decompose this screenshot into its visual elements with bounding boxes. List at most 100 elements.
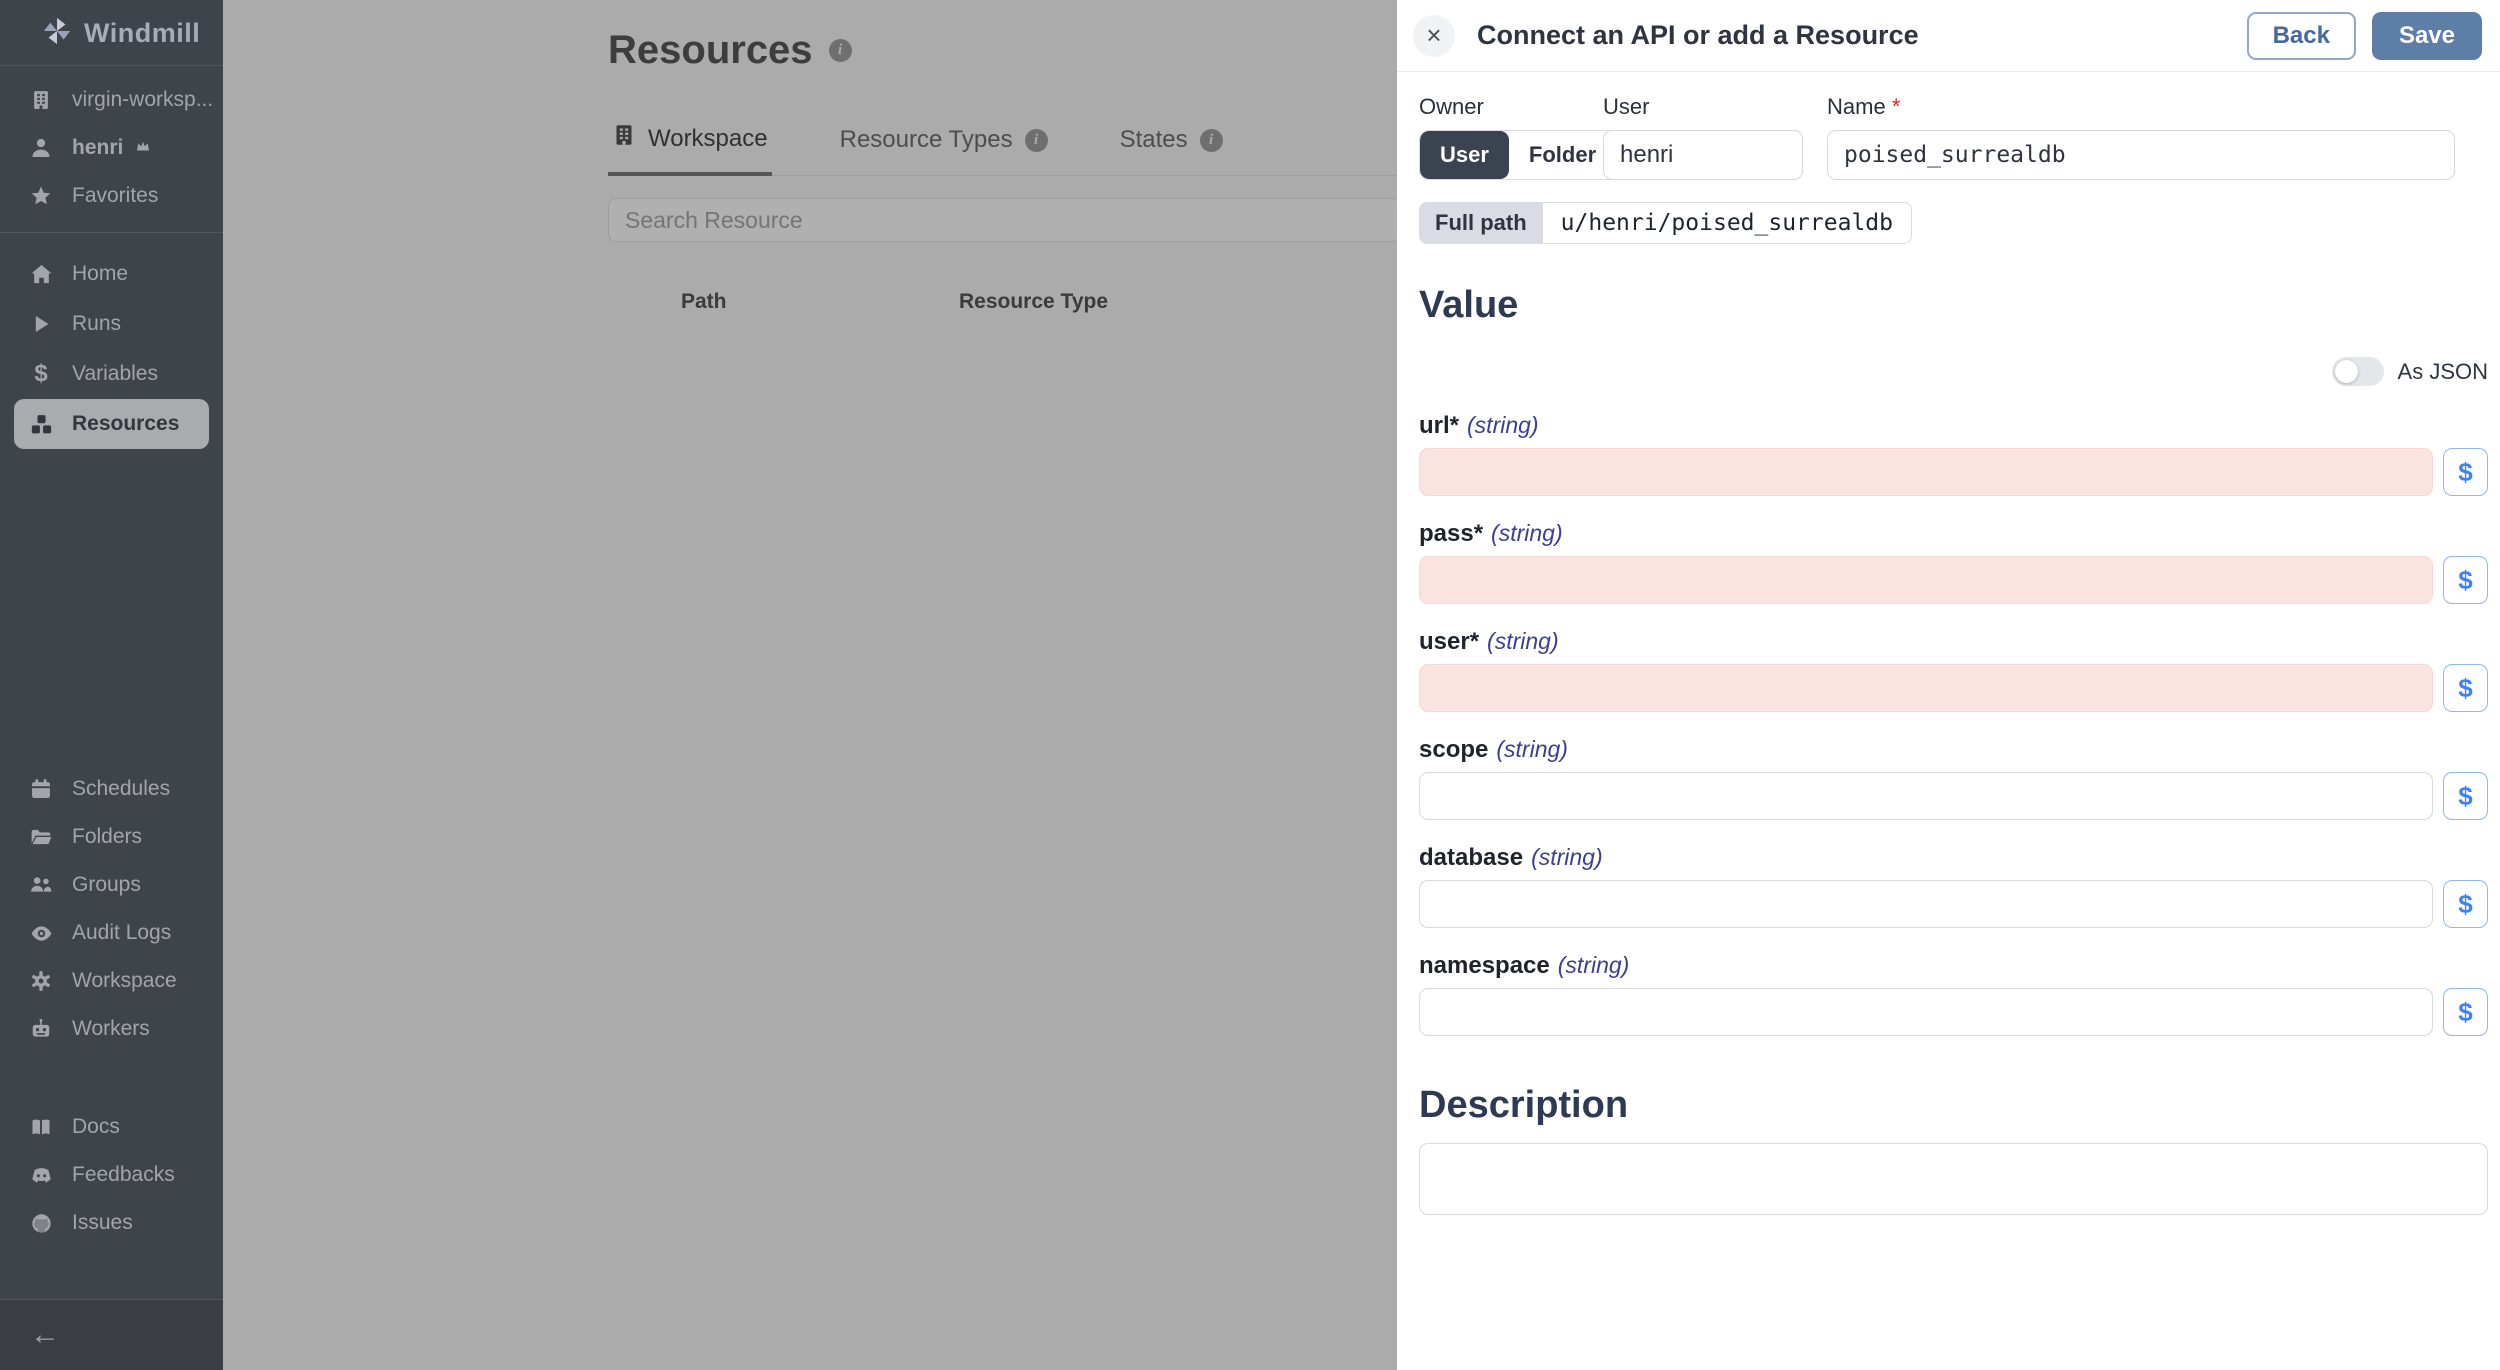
nav-label: Folders: [72, 825, 143, 848]
play-icon: [28, 313, 54, 335]
owner-user-input[interactable]: [1603, 130, 1803, 180]
search-input[interactable]: [608, 198, 1400, 242]
as-json-label: As JSON: [2397, 358, 2488, 384]
gear-icon: [28, 970, 54, 992]
collapse-sidebar-button[interactable]: ←: [0, 1300, 223, 1370]
github-icon: [28, 1212, 54, 1235]
nav-label: Groups: [72, 873, 141, 896]
description-textarea[interactable]: [1419, 1143, 2488, 1215]
tab-label: Workspace: [648, 124, 768, 152]
nav-label: Workers: [72, 1017, 150, 1040]
close-icon[interactable]: ×: [1413, 14, 1455, 57]
sidebar-item-docs[interactable]: Docs: [0, 1103, 223, 1151]
info-icon[interactable]: i: [1024, 128, 1048, 152]
crown-icon: [135, 136, 151, 160]
variable-picker-button[interactable]: $: [2443, 988, 2488, 1036]
sidebar-item-schedules[interactable]: Schedules: [0, 765, 223, 813]
field-label-url: url* (string): [1419, 412, 1539, 439]
name-label: Name *: [1827, 94, 1901, 119]
required-star: *: [1473, 520, 1484, 547]
variable-picker-button[interactable]: $: [2443, 448, 2488, 496]
book-icon: [28, 1116, 54, 1138]
field-label-scope: scope (string): [1419, 736, 1568, 763]
full-path-value: u/henri/poised_surrealdb: [1542, 202, 1912, 244]
dollar-icon: $: [34, 360, 48, 387]
field-input-user[interactable]: [1419, 664, 2433, 712]
sidebar-item-home[interactable]: Home: [0, 249, 223, 299]
tab-states[interactable]: States i: [1116, 126, 1227, 176]
back-button[interactable]: Back: [2246, 11, 2356, 60]
as-json-toggle[interactable]: [2331, 357, 2384, 386]
sidebar-item-resources[interactable]: Resources: [14, 399, 209, 449]
field-label-user: user* (string): [1419, 628, 1559, 655]
folder-icon: [28, 826, 54, 848]
user-icon: [28, 137, 54, 159]
field-type: (string): [1491, 520, 1563, 546]
nav-label: Audit Logs: [72, 921, 172, 944]
tab-label: States: [1119, 126, 1188, 153]
nav-label: Home: [72, 262, 129, 285]
tab-resource-types[interactable]: Resource Types i: [836, 126, 1052, 176]
favorites-label: Favorites: [72, 184, 159, 207]
field-type: (string): [1557, 952, 1630, 978]
field-type: (string): [1467, 412, 1539, 438]
groups-icon: [28, 874, 54, 896]
sidebar-item-favorites[interactable]: Favorites: [0, 172, 223, 220]
save-button[interactable]: Save: [2371, 11, 2482, 60]
sidebar: Windmill virgin-worksp... henri Favorite…: [0, 0, 223, 1370]
logo-label: Windmill: [84, 18, 201, 48]
user-column-label: User: [1603, 94, 1650, 119]
field-input-pass[interactable]: [1419, 556, 2433, 604]
required-star: *: [1469, 628, 1480, 655]
full-path: Full path u/henri/poised_surrealdb: [1419, 202, 1912, 244]
left-arrow-icon: ←: [30, 1318, 60, 1351]
variable-picker-button[interactable]: $: [2443, 664, 2488, 712]
resource-name-input[interactable]: [1827, 130, 2455, 180]
workspace-selector[interactable]: virgin-worksp...: [0, 76, 223, 124]
owner-folder-segment[interactable]: Folder: [1508, 131, 1617, 179]
sidebar-item-feedbacks[interactable]: Feedbacks: [0, 1151, 223, 1199]
nav-label: Feedbacks: [72, 1163, 175, 1186]
variable-picker-button[interactable]: $: [2443, 880, 2488, 928]
column-header-resource-type: Resource Type: [959, 290, 1108, 313]
field-type: (string): [1496, 736, 1568, 762]
sidebar-item-workers[interactable]: Workers: [0, 1005, 223, 1053]
building-icon: [612, 123, 636, 154]
sidebar-item-runs[interactable]: Runs: [0, 299, 223, 349]
owner-user-segment[interactable]: User: [1420, 131, 1509, 179]
windmill-logo[interactable]: Windmill: [0, 0, 223, 65]
windmill-logo-icon: [42, 16, 72, 51]
sidebar-item-issues[interactable]: Issues: [0, 1199, 223, 1247]
field-input-database[interactable]: [1419, 880, 2433, 928]
tab-label: Resource Types: [839, 126, 1013, 153]
sidebar-item-variables[interactable]: $ Variables: [0, 349, 223, 399]
required-star: *: [1449, 412, 1460, 439]
star-icon: [28, 185, 54, 207]
sidebar-item-folders[interactable]: Folders: [0, 813, 223, 861]
discord-icon: [28, 1164, 54, 1187]
nav-label: Workspace: [72, 969, 177, 992]
workspace-label: virgin-worksp...: [72, 88, 214, 111]
tab-workspace[interactable]: Workspace: [608, 123, 772, 176]
value-section-heading: Value: [1419, 284, 1519, 326]
nav-label: Variables: [72, 362, 158, 385]
owner-kind-toggle: User Folder: [1419, 130, 1618, 180]
user-menu[interactable]: henri: [0, 124, 223, 172]
nav-label: Docs: [72, 1115, 120, 1138]
toggle-knob: [2334, 360, 2358, 383]
owner-label: Owner: [1419, 94, 1484, 119]
drawer-header: × Connect an API or add a Resource Back …: [1397, 0, 2500, 72]
variable-picker-button[interactable]: $: [2443, 556, 2488, 604]
variable-picker-button[interactable]: $: [2443, 772, 2488, 820]
sidebar-item-groups[interactable]: Groups: [0, 861, 223, 909]
field-input-scope[interactable]: [1419, 772, 2433, 820]
info-icon[interactable]: i: [828, 39, 852, 62]
field-input-namespace[interactable]: [1419, 988, 2433, 1036]
field-type: (string): [1487, 628, 1559, 654]
sidebar-item-workspace-settings[interactable]: Workspace: [0, 957, 223, 1005]
info-icon[interactable]: i: [1199, 128, 1223, 152]
page-title: Resources: [608, 28, 813, 72]
sidebar-item-audit-logs[interactable]: Audit Logs: [0, 909, 223, 957]
drawer-title: Connect an API or add a Resource: [1477, 20, 1919, 50]
field-input-url[interactable]: [1419, 448, 2433, 496]
